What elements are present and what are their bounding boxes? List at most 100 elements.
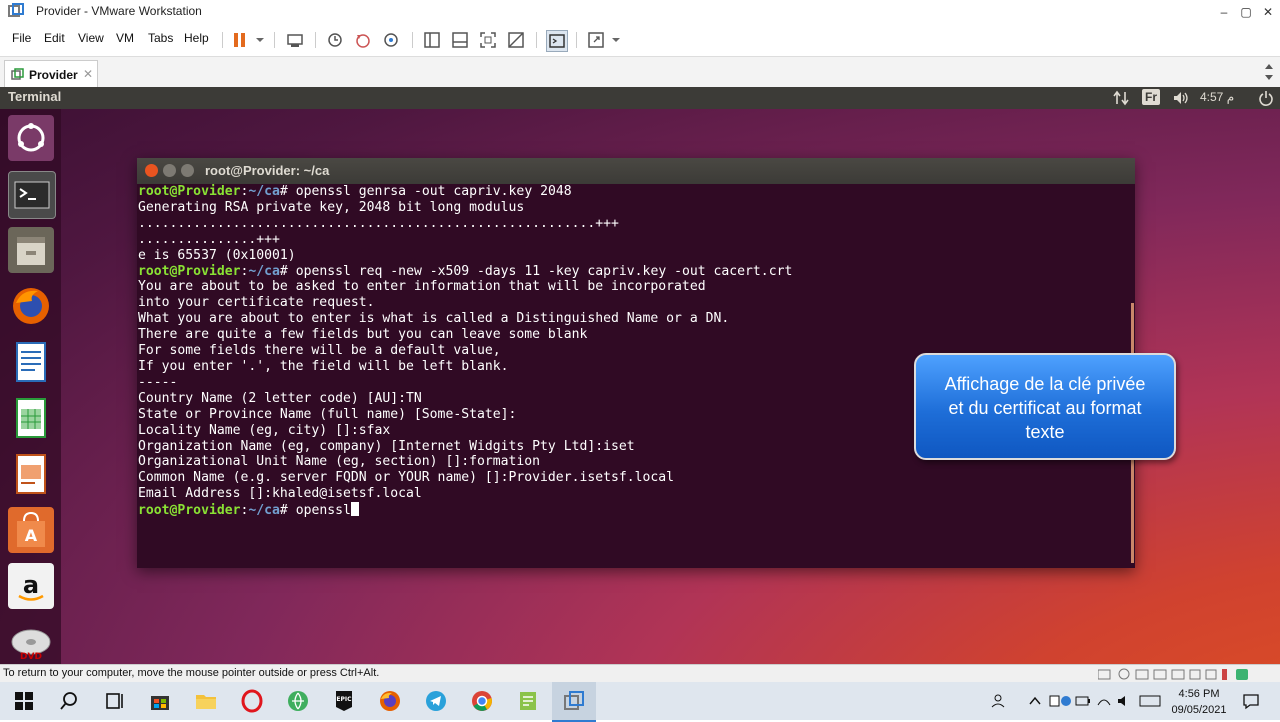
power-icon[interactable]	[1258, 90, 1274, 106]
chevron-down-icon[interactable]	[250, 30, 270, 50]
network-arrows-icon[interactable]	[1113, 90, 1129, 106]
toolbar-separator	[576, 32, 577, 48]
toolbar-separator	[274, 32, 275, 48]
full-screen-icon[interactable]	[478, 30, 498, 50]
command-input[interactable]: openssl	[296, 503, 351, 518]
menu-edit[interactable]: Edit	[44, 31, 65, 45]
windows-start-icon[interactable]	[12, 689, 36, 713]
vmware-taskbar-button[interactable]	[552, 682, 596, 722]
toolbar-separator	[222, 32, 223, 48]
revert-snapshot-icon[interactable]	[353, 30, 373, 50]
chevron-down-icon[interactable]	[606, 30, 626, 50]
menu-tabs[interactable]: Tabs	[148, 31, 173, 45]
prompt-path: ~/ca	[248, 503, 280, 519]
tab-bar: Provider ✕	[0, 57, 1280, 88]
notification-icon[interactable]	[1242, 692, 1260, 710]
unity-mode-icon[interactable]	[506, 30, 526, 50]
terminal-title-bar[interactable]: root@Provider: ~/ca	[137, 158, 1135, 184]
terminal-line: Email Address []:khaled@isetsf.local	[138, 486, 422, 502]
tab-close-button[interactable]: ✕	[83, 67, 93, 81]
web-browser-icon[interactable]	[286, 689, 310, 713]
prompt-path: ~/ca	[248, 184, 280, 199]
prompt-user-host: root@Provider	[138, 263, 241, 279]
dvd-drive-icon[interactable]: DVD	[8, 619, 54, 664]
device-status-icons[interactable]	[1098, 668, 1248, 681]
pause-icon[interactable]	[230, 30, 250, 50]
ubuntu-launcher: A a DVD	[0, 109, 61, 664]
files-app-icon[interactable]	[8, 227, 54, 273]
stretch-view-icon[interactable]	[586, 30, 606, 50]
minimize-icon[interactable]	[163, 164, 176, 177]
callout-line: texte	[1025, 422, 1065, 442]
snapshot-icon[interactable]	[325, 30, 345, 50]
telegram-icon[interactable]	[424, 689, 448, 713]
menu-view[interactable]: View	[78, 31, 104, 45]
clock-time: 4:56 PM	[1178, 688, 1220, 700]
sidebar-toggle-icon[interactable]	[422, 30, 442, 50]
microsoft-store-icon[interactable]	[148, 689, 172, 713]
maximize-button[interactable]: ▢	[1236, 2, 1256, 22]
close-icon[interactable]	[145, 164, 158, 177]
task-view-icon[interactable]	[102, 689, 126, 713]
close-button[interactable]: ✕	[1258, 2, 1278, 22]
ubuntu-dash-icon[interactable]	[8, 115, 54, 161]
command-text: openssl req -new -x509 -days 11 -key cap…	[295, 263, 793, 279]
window-title: Provider - VMware Workstation	[36, 4, 202, 18]
epic-games-icon[interactable]: EPIC	[332, 689, 356, 713]
vmware-app-icon	[8, 3, 24, 17]
terminal-line: root@Provider:~/ca# openssl req -new -x5…	[138, 263, 793, 279]
toolbar-separator	[412, 32, 413, 48]
terminal-line: e is 65537 (0x10001)	[138, 247, 296, 263]
firefox-icon[interactable]	[8, 283, 54, 329]
libreoffice-writer-icon[interactable]	[8, 339, 54, 385]
clock-date: 09/05/2021	[1171, 704, 1227, 716]
terminal-line: What you are about to enter is what is c…	[138, 311, 730, 327]
svg-text:a: a	[23, 571, 39, 599]
status-hint: To return to your computer, move the mou…	[3, 667, 380, 679]
menu-file[interactable]: File	[12, 31, 31, 45]
file-explorer-icon[interactable]	[194, 689, 218, 713]
search-icon[interactable]	[57, 689, 81, 713]
scroll-arrows-icon[interactable]	[1262, 61, 1276, 83]
terminal-line: ...............+++	[138, 231, 280, 247]
amazon-icon[interactable]: a	[8, 563, 54, 609]
callout-line: Affichage de la clé privée	[944, 374, 1146, 394]
notepad-icon[interactable]	[516, 689, 540, 713]
libreoffice-impress-icon[interactable]	[8, 451, 54, 497]
terminal-line: Generating RSA private key, 2048 bit lon…	[138, 199, 525, 215]
terminal-line: Common Name (e.g. server FQDN or YOUR na…	[138, 470, 675, 486]
terminal-line: root@Provider:~/ca# openssl	[138, 502, 1128, 519]
snapshot-manager-icon[interactable]	[381, 30, 401, 50]
menu-help[interactable]: Help	[184, 31, 209, 45]
prompt-user-host: root@Provider	[138, 184, 241, 199]
ubuntu-clock[interactable]: م 4:57	[1200, 90, 1234, 104]
terminal-title: root@Provider: ~/ca	[205, 163, 330, 178]
software-center-icon[interactable]: A	[8, 507, 54, 553]
volume-icon[interactable]	[1172, 90, 1190, 106]
maximize-icon[interactable]	[181, 164, 194, 177]
terminal-line: There are quite a few fields but you can…	[138, 327, 588, 343]
console-view-icon[interactable]	[546, 30, 568, 52]
menu-vm[interactable]: VM	[116, 31, 134, 45]
terminal-line: root@Provider:~/ca# openssl genrsa -out …	[138, 184, 572, 199]
prompt-path: ~/ca	[248, 263, 280, 279]
windows-taskbar: EPIC 4:56 PM 09/05/2021	[0, 682, 1280, 722]
vm-console[interactable]: Terminal Fr م 4:57 A a DVD root@Provider…	[0, 87, 1280, 664]
keyboard-layout-indicator[interactable]: Fr	[1142, 89, 1160, 105]
toolbar-separator	[315, 32, 316, 48]
send-ctrl-alt-del-icon[interactable]	[285, 30, 305, 50]
command-text: openssl genrsa -out capriv.key 2048	[295, 184, 572, 199]
firefox-icon[interactable]	[378, 689, 402, 713]
terminal-app-icon[interactable]	[8, 171, 56, 219]
prompt-user-host: root@Provider	[138, 503, 241, 519]
tab-provider[interactable]: Provider ✕	[4, 60, 98, 88]
toolbar-separator	[536, 32, 537, 48]
vmware-status-bar: To return to your computer, move the mou…	[0, 664, 1280, 683]
minimize-button[interactable]: –	[1214, 2, 1234, 22]
libreoffice-calc-icon[interactable]	[8, 395, 54, 441]
opera-icon[interactable]	[240, 689, 264, 713]
vm-icon	[11, 68, 24, 80]
thumbnail-bar-icon[interactable]	[450, 30, 470, 50]
chrome-icon[interactable]	[470, 689, 494, 713]
system-clock[interactable]: 4:56 PM 09/05/2021	[1164, 686, 1234, 718]
